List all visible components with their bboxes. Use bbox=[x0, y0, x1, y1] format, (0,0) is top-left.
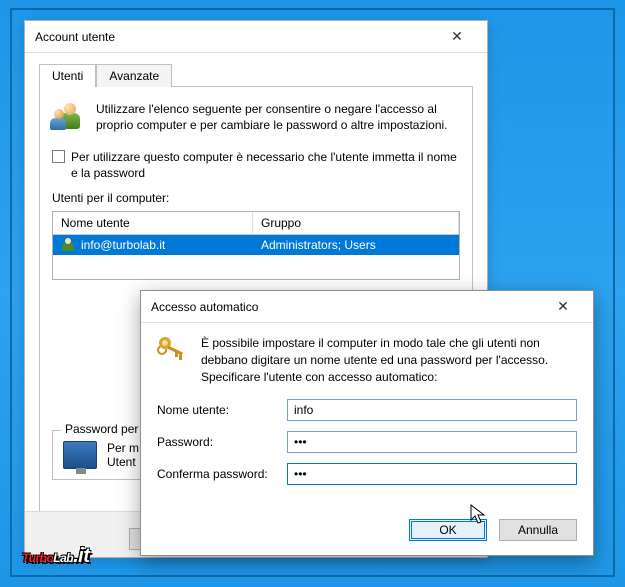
col-group[interactable]: Gruppo bbox=[253, 212, 459, 234]
password-field[interactable] bbox=[287, 431, 577, 453]
password-fieldset-text: Per m Utent bbox=[107, 441, 139, 469]
logo-part3: .it bbox=[73, 545, 89, 567]
table-row[interactable]: info@turbolab.it Administrators; Users bbox=[53, 235, 459, 255]
turbolab-logo: TurboLab.it bbox=[22, 537, 89, 569]
table-header: Nome utente Gruppo bbox=[53, 212, 459, 235]
modal-button-row: OK Annulla bbox=[141, 509, 593, 555]
modal-titlebar: Accesso automatico ✕ bbox=[141, 291, 593, 323]
intro-text: Utilizzare l'elenco seguente per consent… bbox=[96, 101, 460, 133]
confirm-password-label: Conferma password: bbox=[157, 467, 279, 481]
require-login-label: Per utilizzare questo computer è necessa… bbox=[71, 149, 460, 181]
users-icon bbox=[52, 101, 86, 135]
password-label: Password: bbox=[157, 435, 279, 449]
tab-users[interactable]: Utenti bbox=[39, 64, 96, 87]
col-username[interactable]: Nome utente bbox=[53, 212, 253, 234]
titlebar: Account utente ✕ bbox=[25, 21, 487, 53]
logo-part2: Lab bbox=[53, 551, 73, 565]
password-line2: Utent bbox=[107, 455, 139, 469]
username-label: Nome utente: bbox=[157, 403, 279, 417]
auto-logon-dialog: Accesso automatico ✕ È possibile imposta… bbox=[140, 290, 594, 556]
monitor-icon bbox=[63, 441, 97, 469]
row-username: info@turbolab.it bbox=[81, 238, 165, 252]
require-login-checkbox[interactable] bbox=[52, 150, 65, 163]
table-empty-area bbox=[53, 255, 459, 279]
window-title: Account utente bbox=[35, 30, 437, 44]
password-line1: Per m bbox=[107, 441, 139, 455]
close-icon[interactable]: ✕ bbox=[543, 298, 583, 315]
tabs: Utenti Avanzate bbox=[39, 63, 473, 86]
modal-title: Accesso automatico bbox=[151, 300, 543, 314]
cancel-button[interactable]: Annulla bbox=[499, 519, 577, 541]
row-group: Administrators; Users bbox=[253, 235, 459, 255]
user-table: Nome utente Gruppo info@turbolab.it Admi… bbox=[52, 211, 460, 280]
user-icon bbox=[61, 238, 75, 252]
confirm-password-field[interactable] bbox=[287, 463, 577, 485]
keys-icon bbox=[157, 335, 191, 369]
close-icon[interactable]: ✕ bbox=[437, 28, 477, 45]
logo-part1: Turbo bbox=[22, 551, 53, 565]
users-for-computer-label: Utenti per il computer: bbox=[52, 191, 460, 205]
modal-text: È possibile impostare il computer in mod… bbox=[201, 335, 577, 385]
tab-advanced[interactable]: Avanzate bbox=[96, 64, 172, 87]
modal-body: È possibile impostare il computer in mod… bbox=[141, 323, 593, 509]
username-field[interactable] bbox=[287, 399, 577, 421]
ok-button[interactable]: OK bbox=[409, 519, 487, 541]
